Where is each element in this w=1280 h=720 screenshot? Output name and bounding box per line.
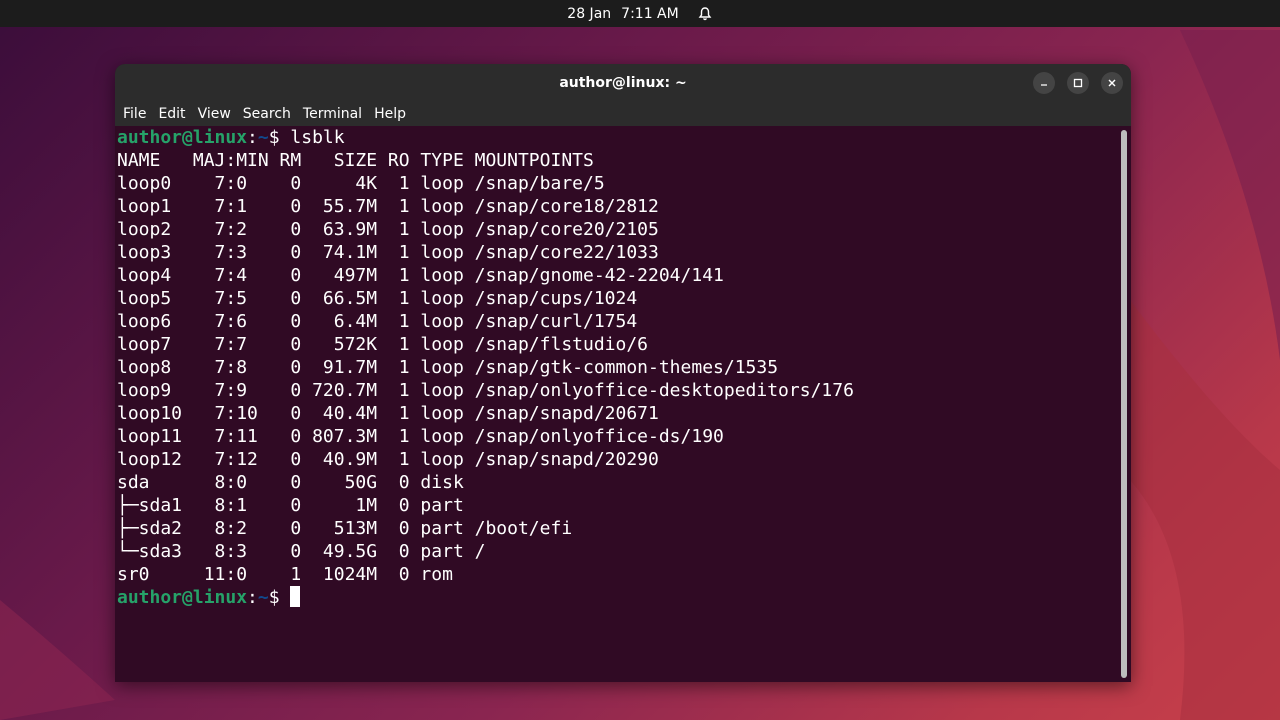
minimize-button[interactable] <box>1033 72 1055 94</box>
window-controls <box>1033 72 1123 94</box>
output-line: loop3 7:3 0 74.1M 1 loop /snap/core22/10… <box>117 242 659 263</box>
menu-view[interactable]: View <box>198 106 239 122</box>
command-text: lsblk <box>290 127 345 148</box>
prompt-dollar: $ <box>268 587 291 608</box>
terminal-area[interactable]: author@linux:~$ lsblk NAME MAJ:MIN RM SI… <box>115 126 1131 682</box>
prompt-separator: : <box>247 127 258 148</box>
prompt-path: ~ <box>257 587 269 608</box>
command-line: author@linux:~$ lsblk <box>115 126 1131 149</box>
prompt-path: ~ <box>257 127 269 148</box>
output-line: loop0 7:0 0 4K 1 loop /snap/bare/5 <box>117 173 605 194</box>
output-line: ├─sda2 8:2 0 513M 0 part /boot/efi <box>117 518 573 539</box>
output-line: NAME MAJ:MIN RM SIZE RO TYPE MOUNTPOINTS <box>117 150 594 171</box>
vertical-scrollbar[interactable] <box>1121 130 1127 678</box>
maximize-button[interactable] <box>1067 72 1089 94</box>
output-line: loop5 7:5 0 66.5M 1 loop /snap/cups/1024 <box>117 288 638 309</box>
output-line: ├─sda1 8:1 0 1M 0 part <box>117 495 464 516</box>
close-button[interactable] <box>1101 72 1123 94</box>
bell-icon[interactable] <box>697 6 713 22</box>
output-line: loop6 7:6 0 6.4M 1 loop /snap/curl/1754 <box>117 311 638 332</box>
output-line: loop9 7:9 0 720.7M 1 loop /snap/onlyoffi… <box>117 380 854 401</box>
text-cursor <box>290 586 301 607</box>
prompt-dollar: $ <box>268 127 291 148</box>
clock[interactable]: 28 Jan 7:11 AM <box>567 6 678 22</box>
date-label: 28 Jan <box>567 5 612 22</box>
menu-edit[interactable]: Edit <box>158 106 193 122</box>
output-line: loop12 7:12 0 40.9M 1 loop /snap/snapd/2… <box>117 449 659 470</box>
menu-bar: File Edit View Search Terminal Help <box>115 102 1131 126</box>
close-icon <box>1108 79 1116 87</box>
maximize-icon <box>1073 78 1083 88</box>
terminal-window: author@linux: ~ File Edit View Search Te… <box>115 64 1131 682</box>
menu-search[interactable]: Search <box>243 106 299 122</box>
output-line: sr0 11:0 1 1024M 0 rom <box>117 564 453 585</box>
output-line: loop8 7:8 0 91.7M 1 loop /snap/gtk-commo… <box>117 357 779 378</box>
output-line: sda 8:0 0 50G 0 disk <box>117 472 464 493</box>
window-titlebar[interactable]: author@linux: ~ <box>115 64 1131 102</box>
output-line: loop7 7:7 0 572K 1 loop /snap/flstudio/6 <box>117 334 649 355</box>
prompt-user: author@linux <box>117 587 248 608</box>
output-line: loop2 7:2 0 63.9M 1 loop /snap/core20/21… <box>117 219 659 240</box>
time-label: 7:11 AM <box>621 5 679 22</box>
menu-help[interactable]: Help <box>374 106 414 122</box>
prompt-user: author@linux <box>117 127 248 148</box>
output-line: └─sda3 8:3 0 49.5G 0 part / <box>117 541 486 562</box>
top-bar: 28 Jan 7:11 AM <box>0 0 1280 27</box>
minimize-icon <box>1041 84 1047 86</box>
output-line: loop11 7:11 0 807.3M 1 loop /snap/onlyof… <box>117 426 724 447</box>
output-line: loop10 7:10 0 40.4M 1 loop /snap/snapd/2… <box>117 403 659 424</box>
output-line: loop4 7:4 0 497M 1 loop /snap/gnome-42-2… <box>117 265 724 286</box>
prompt-line: author@linux:~$ <box>115 586 1131 609</box>
menu-terminal[interactable]: Terminal <box>303 106 370 122</box>
prompt-separator: : <box>247 587 258 608</box>
window-title: author@linux: ~ <box>559 75 687 91</box>
output-line: loop1 7:1 0 55.7M 1 loop /snap/core18/28… <box>117 196 659 217</box>
menu-file[interactable]: File <box>123 106 154 122</box>
